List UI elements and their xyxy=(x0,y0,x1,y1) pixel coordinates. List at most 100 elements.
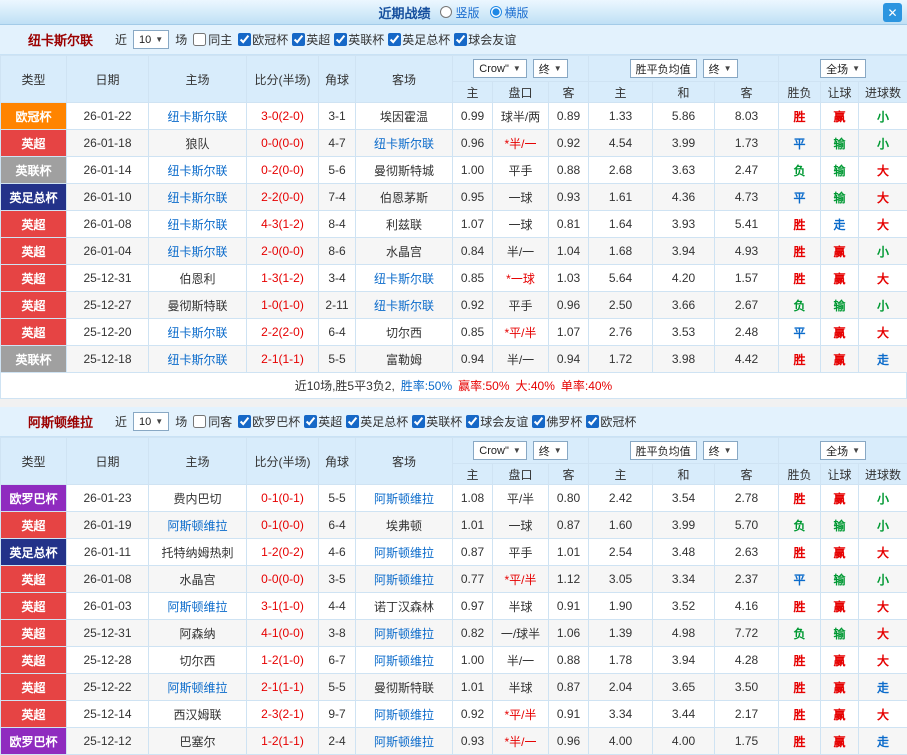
home-team[interactable]: 阿斯顿维拉 xyxy=(149,593,247,620)
avg-time-select[interactable]: 终 ▼ xyxy=(703,59,738,78)
away-team[interactable]: 纽卡斯尔联 xyxy=(356,265,453,292)
same-venue-filter[interactable]: 同客 xyxy=(193,413,232,430)
result-flag: 胜 xyxy=(779,674,821,701)
layout-vertical-option[interactable]: 竖版 xyxy=(440,4,479,21)
avg-time-value: 终 xyxy=(709,61,720,77)
league-filter-checkbox[interactable] xyxy=(454,33,467,46)
away-team[interactable]: 阿斯顿维拉 xyxy=(356,566,453,593)
home-team[interactable]: 纽卡斯尔联 xyxy=(149,319,247,346)
avg-time-select[interactable]: 终 ▼ xyxy=(703,441,738,460)
match-score: 4-3(1-2) xyxy=(247,211,319,238)
league-filter-checkbox[interactable] xyxy=(238,33,251,46)
away-team[interactable]: 阿斯顿维拉 xyxy=(356,620,453,647)
league-filter[interactable]: 球会友谊 xyxy=(466,413,528,430)
home-team[interactable]: 纽卡斯尔联 xyxy=(149,157,247,184)
odds-time-select[interactable]: 终 ▼ xyxy=(533,441,568,460)
league-filter-checkbox[interactable] xyxy=(586,415,599,428)
asian-home-odds: 0.92 xyxy=(453,701,493,728)
away-team[interactable]: 纽卡斯尔联 xyxy=(356,130,453,157)
match-row: 英超25-12-20纽卡斯尔联2-2(2-0)6-4切尔西0.85*平/半1.0… xyxy=(1,319,907,346)
league-filter[interactable]: 欧罗巴杯 xyxy=(238,413,300,430)
odds-company-select[interactable]: Crow" ▼ xyxy=(473,59,527,78)
away-team[interactable]: 阿斯顿维拉 xyxy=(356,485,453,512)
summary-segment: 胜率:50% xyxy=(401,377,452,394)
asian-away-odds: 0.93 xyxy=(549,184,589,211)
layout-horizontal-option[interactable]: 横版 xyxy=(490,4,529,21)
avg-away-odds: 1.73 xyxy=(715,130,779,157)
league-filter-checkbox[interactable] xyxy=(346,415,359,428)
league-filter-label: 英足总杯 xyxy=(360,413,408,430)
home-team[interactable]: 纽卡斯尔联 xyxy=(149,346,247,373)
avg-away-odds: 5.70 xyxy=(715,512,779,539)
odds-time-select[interactable]: 终 ▼ xyxy=(533,59,568,78)
league-filter-checkbox[interactable] xyxy=(304,415,317,428)
avg-home-odds: 1.90 xyxy=(589,593,653,620)
avg-type-select[interactable]: 胜平负均值 xyxy=(630,59,697,78)
match-score: 2-2(2-0) xyxy=(247,319,319,346)
league-filter-checkbox[interactable] xyxy=(466,415,479,428)
same-venue-checkbox[interactable] xyxy=(193,415,206,428)
goals-flag: 大 xyxy=(859,647,907,674)
scope-select[interactable]: 全场 ▼ xyxy=(820,59,866,78)
handicap-result-flag: 输 xyxy=(821,566,859,593)
asian-away-odds: 0.91 xyxy=(549,701,589,728)
col-header-avg-draw: 和 xyxy=(653,464,715,485)
close-button[interactable]: ✕ xyxy=(883,3,902,22)
league-filter-checkbox[interactable] xyxy=(532,415,545,428)
team-section-header: 纽卡斯尔联 近 10 ▼ 场 同主 欧冠杯英超英联杯英足总杯球会友谊 xyxy=(0,25,907,55)
games-count-select[interactable]: 10 ▼ xyxy=(133,412,169,431)
league-filter-checkbox[interactable] xyxy=(388,33,401,46)
match-date: 26-01-08 xyxy=(67,566,149,593)
away-team[interactable]: 阿斯顿维拉 xyxy=(356,728,453,755)
league-filter[interactable]: 英超 xyxy=(304,413,342,430)
result-flag: 胜 xyxy=(779,265,821,292)
odds-filter-cell: Crow" ▼ 终 ▼ xyxy=(453,56,589,82)
same-venue-label: 同客 xyxy=(208,413,232,430)
league-filter[interactable]: 英联杯 xyxy=(412,413,462,430)
home-team: 巴塞尔 xyxy=(149,728,247,755)
league-filter-checkbox[interactable] xyxy=(334,33,347,46)
league-filter[interactable]: 球会友谊 xyxy=(454,31,516,48)
corner-count: 8-4 xyxy=(319,211,356,238)
league-filter[interactable]: 佛罗杯 xyxy=(532,413,582,430)
handicap-result-flag: 赢 xyxy=(821,593,859,620)
league-filter[interactable]: 欧冠杯 xyxy=(586,413,636,430)
avg-away-odds: 4.16 xyxy=(715,593,779,620)
col-header-type: 类型 xyxy=(1,56,67,103)
away-team[interactable]: 纽卡斯尔联 xyxy=(356,292,453,319)
away-team[interactable]: 阿斯顿维拉 xyxy=(356,647,453,674)
league-filter[interactable]: 英联杯 xyxy=(334,31,384,48)
avg-away-odds: 2.47 xyxy=(715,157,779,184)
home-team[interactable]: 阿斯顿维拉 xyxy=(149,512,247,539)
home-team[interactable]: 纽卡斯尔联 xyxy=(149,184,247,211)
home-team: 西汉姆联 xyxy=(149,701,247,728)
away-team[interactable]: 阿斯顿维拉 xyxy=(356,539,453,566)
layout-horizontal-radio[interactable] xyxy=(490,6,502,18)
league-filter[interactable]: 英足总杯 xyxy=(346,413,408,430)
same-venue-checkbox[interactable] xyxy=(193,33,206,46)
avg-home-odds: 2.04 xyxy=(589,674,653,701)
league-filter[interactable]: 英超 xyxy=(292,31,330,48)
odds-company-select[interactable]: Crow" ▼ xyxy=(473,441,527,460)
result-flag: 胜 xyxy=(779,647,821,674)
avg-type-select[interactable]: 胜平负均值 xyxy=(630,441,697,460)
league-filter-checkbox[interactable] xyxy=(238,415,251,428)
league-filter[interactable]: 英足总杯 xyxy=(388,31,450,48)
layout-vertical-label: 竖版 xyxy=(455,4,479,21)
home-team[interactable]: 纽卡斯尔联 xyxy=(149,211,247,238)
games-count-select[interactable]: 10 ▼ xyxy=(133,30,169,49)
home-team[interactable]: 纽卡斯尔联 xyxy=(149,238,247,265)
games-suffix: 场 xyxy=(175,413,187,430)
asian-handicap: 一/球半 xyxy=(493,620,549,647)
match-score: 3-0(2-0) xyxy=(247,103,319,130)
home-team[interactable]: 阿斯顿维拉 xyxy=(149,674,247,701)
league-filter[interactable]: 欧冠杯 xyxy=(238,31,288,48)
layout-vertical-radio[interactable] xyxy=(440,6,452,18)
league-filter-checkbox[interactable] xyxy=(292,33,305,46)
same-venue-filter[interactable]: 同主 xyxy=(193,31,232,48)
home-team[interactable]: 纽卡斯尔联 xyxy=(149,103,247,130)
away-team[interactable]: 阿斯顿维拉 xyxy=(356,701,453,728)
league-filter-checkbox[interactable] xyxy=(412,415,425,428)
match-row: 英超26-01-08水晶宫0-0(0-0)3-5阿斯顿维拉0.77*平/半1.1… xyxy=(1,566,907,593)
scope-select[interactable]: 全场 ▼ xyxy=(820,441,866,460)
